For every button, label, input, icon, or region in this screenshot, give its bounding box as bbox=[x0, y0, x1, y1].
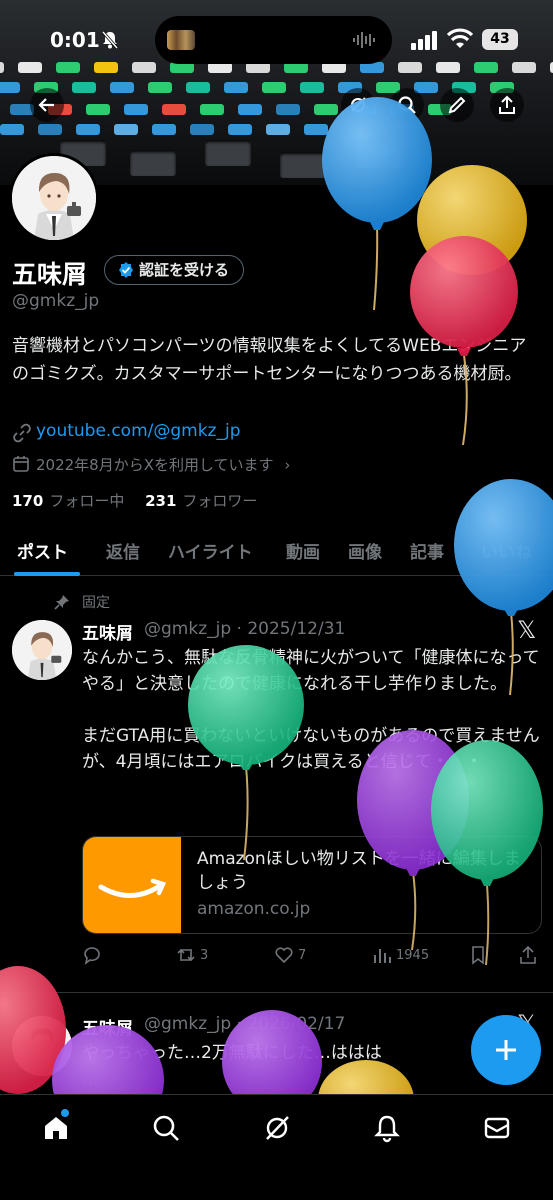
get-verified-label: 認証を受ける bbox=[139, 261, 230, 279]
amazon-smile-icon bbox=[98, 878, 167, 898]
repost-count: 3 bbox=[200, 947, 209, 963]
tab-photos[interactable]: 画像 bbox=[348, 538, 382, 563]
pin-icon bbox=[54, 595, 69, 610]
back-button[interactable] bbox=[30, 88, 64, 122]
avatar-illustration bbox=[12, 1016, 72, 1076]
tab-likes[interactable]: いいね bbox=[481, 538, 532, 563]
pen-icon bbox=[448, 96, 466, 114]
grok-icon[interactable] bbox=[262, 1113, 292, 1143]
tab-videos[interactable]: 動画 bbox=[286, 538, 320, 563]
profile-bio: 音響機材とパソコンパーツの情報収集をよくしてるWEBエンジニアのゴミクズ。カスタ… bbox=[12, 336, 527, 384]
reply-button[interactable] bbox=[82, 945, 106, 965]
post-separator: · bbox=[236, 619, 242, 639]
verified-badge-icon bbox=[119, 262, 133, 278]
reply-icon bbox=[84, 947, 100, 965]
grok-icon bbox=[351, 97, 366, 112]
messages-icon[interactable] bbox=[482, 1113, 512, 1143]
share-button[interactable] bbox=[490, 88, 524, 122]
dynamic-island[interactable] bbox=[155, 16, 392, 64]
amazon-thumbnail bbox=[83, 837, 181, 933]
heart-icon bbox=[275, 947, 293, 964]
join-date[interactable]: 2022年8月からXを利用しています › bbox=[36, 454, 290, 475]
post-avatar[interactable] bbox=[12, 620, 72, 680]
post-author-name[interactable]: 五味屑 bbox=[82, 619, 133, 644]
avatar-illustration bbox=[12, 156, 96, 240]
share-icon bbox=[499, 95, 515, 114]
tab-replies[interactable]: 返信 bbox=[106, 538, 140, 563]
avatar-illustration bbox=[12, 620, 72, 680]
tab-articles[interactable]: 記事 bbox=[410, 538, 444, 563]
calendar-icon bbox=[13, 456, 29, 472]
post-date[interactable]: 2025/12/31 bbox=[247, 619, 345, 639]
x-logo-icon: 𝕏 bbox=[517, 616, 537, 644]
post-text-more: … bbox=[82, 1069, 99, 1089]
analytics-icon bbox=[374, 949, 391, 963]
join-date-text: 2022年8月からXを利用しています bbox=[36, 456, 274, 474]
followers-label: フォロワー bbox=[182, 492, 258, 510]
tab-posts[interactable]: ポスト bbox=[17, 538, 68, 563]
following-link[interactable]: 170 フォロー中 bbox=[12, 492, 124, 510]
search-button[interactable] bbox=[390, 88, 424, 122]
cellular-signal-icon bbox=[411, 31, 437, 50]
link-icon bbox=[13, 423, 31, 443]
follow-stats: 170 フォロー中 231 フォロワー bbox=[12, 490, 257, 511]
link-card-domain: amazon.co.jp bbox=[197, 899, 311, 919]
like-button[interactable]: 7 bbox=[274, 945, 306, 965]
view-count: 1945 bbox=[396, 947, 430, 963]
followers-link[interactable]: 231 フォロワー bbox=[145, 492, 257, 510]
bookmark-icon bbox=[472, 946, 484, 965]
post-author-name[interactable]: 五味屑 bbox=[82, 1014, 133, 1039]
search-icon bbox=[398, 96, 416, 114]
post-author-handle: @gmkz_jp bbox=[144, 619, 232, 639]
edit-button[interactable] bbox=[440, 88, 474, 122]
post-meta: @gmkz_jp · 2025/12/31 bbox=[144, 619, 345, 639]
views-button[interactable]: 1945 bbox=[372, 945, 429, 965]
following-count: 170 bbox=[12, 492, 44, 510]
get-verified-button[interactable]: 認証を受ける bbox=[104, 255, 245, 285]
following-label: フォロー中 bbox=[49, 492, 125, 510]
waveform-icon bbox=[353, 32, 375, 48]
plus-icon bbox=[496, 1040, 516, 1060]
bell-slash-icon bbox=[101, 31, 119, 49]
post-separator: · bbox=[236, 1014, 242, 1034]
active-tab-indicator bbox=[14, 572, 80, 576]
share-icon bbox=[520, 945, 536, 964]
notifications-icon[interactable] bbox=[372, 1113, 402, 1143]
status-time: 0:01 bbox=[50, 28, 100, 52]
post-date[interactable]: 2026/02/17 bbox=[247, 1014, 345, 1034]
status-bar: 0:01 43 bbox=[0, 0, 553, 78]
wifi-icon bbox=[447, 28, 473, 48]
like-count: 7 bbox=[298, 947, 307, 963]
link-card[interactable]: Amazonほしい物リストを一緒に編集しましょう amazon.co.jp bbox=[82, 836, 542, 934]
home-notification-dot bbox=[61, 1109, 69, 1117]
post-text[interactable]: なんかこう、無駄な反骨精神に火がついて「健康体になってやる」と決意したので健康に… bbox=[82, 645, 542, 775]
profile-name: 五味屑 bbox=[12, 260, 88, 289]
pinned-label: 固定 bbox=[82, 595, 110, 611]
repost-icon bbox=[177, 948, 195, 962]
repost-button[interactable]: 3 bbox=[176, 945, 208, 965]
profile-handle: @gmkz_jp bbox=[12, 291, 100, 311]
followers-count: 231 bbox=[145, 492, 177, 510]
bookmark-button[interactable] bbox=[468, 945, 488, 965]
post-meta: @gmkz_jp · 2026/02/17 bbox=[144, 1014, 345, 1034]
post-actions: 3 7 1945 bbox=[82, 945, 542, 969]
battery-indicator: 43 bbox=[482, 29, 518, 50]
home-icon[interactable] bbox=[41, 1113, 71, 1143]
share-post-button[interactable] bbox=[518, 945, 538, 965]
post-author-handle: @gmkz_jp bbox=[144, 1014, 232, 1034]
grok-button[interactable] bbox=[341, 88, 375, 122]
compose-post-button[interactable] bbox=[471, 1015, 541, 1085]
profile-link[interactable]: youtube.com/@gmkz_jp bbox=[36, 421, 241, 441]
profile-avatar[interactable] bbox=[9, 153, 99, 243]
post-avatar[interactable] bbox=[12, 1016, 72, 1076]
search-icon[interactable] bbox=[151, 1113, 181, 1143]
tab-highlights[interactable]: ハイライト bbox=[168, 538, 253, 563]
arrow-left-icon bbox=[38, 98, 54, 112]
bottom-navigation bbox=[0, 1094, 553, 1200]
link-card-title: Amazonほしい物リストを一緒に編集しましょう bbox=[197, 849, 521, 893]
post-divider bbox=[0, 992, 553, 993]
profile-tabs: ポスト 返信 ハイライト 動画 画像 記事 いいね bbox=[0, 530, 553, 576]
now-playing-artwork bbox=[167, 30, 195, 50]
chevron-right-icon: › bbox=[284, 456, 291, 474]
